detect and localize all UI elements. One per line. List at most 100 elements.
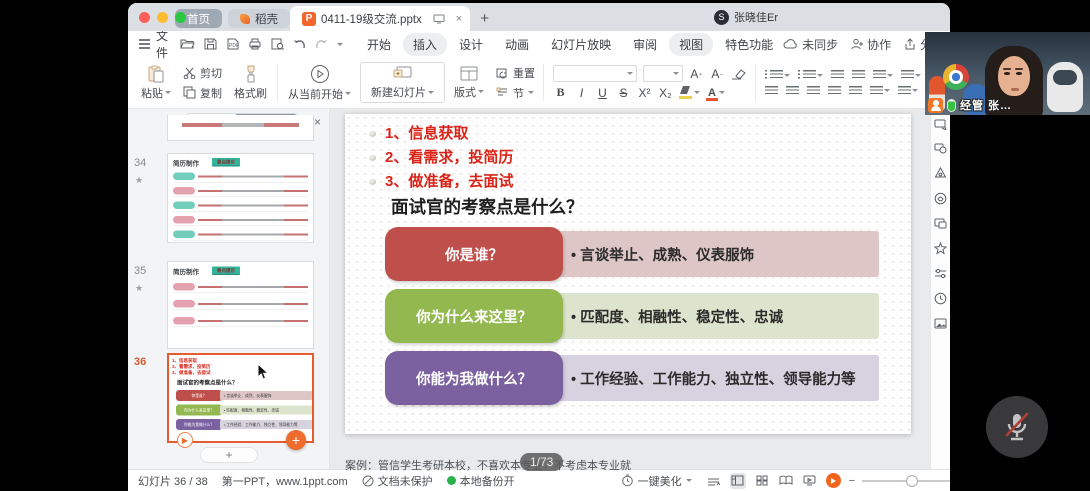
superscript-button[interactable]: X²	[637, 86, 652, 100]
paragraph-more-button[interactable]	[898, 86, 918, 96]
zoom-slider[interactable]	[862, 480, 950, 482]
numbered-list-button[interactable]	[798, 70, 823, 80]
qat-more-icon[interactable]	[337, 43, 343, 49]
font-family-select[interactable]	[553, 65, 637, 82]
presenter-brow	[1015, 68, 1023, 70]
panel-close-icon[interactable]: ×	[314, 115, 321, 129]
redo-icon[interactable]	[315, 39, 328, 50]
layout-button[interactable]: 版式	[447, 59, 491, 106]
text-align-menu-button[interactable]	[901, 70, 921, 80]
document-protection-status[interactable]: 文档未保护	[362, 473, 433, 489]
smart-effects-icon[interactable]	[934, 242, 947, 255]
animation-pane-icon[interactable]	[934, 119, 947, 130]
new-tab-button[interactable]: +	[480, 10, 489, 27]
zoom-slider-knob[interactable]	[906, 475, 918, 487]
image-pane-icon[interactable]	[934, 318, 947, 329]
close-tab-icon[interactable]: ×	[456, 13, 462, 25]
undo-icon[interactable]	[293, 39, 306, 50]
subscript-button[interactable]: X₂	[658, 86, 673, 100]
cut-button[interactable]: 剪切	[183, 65, 222, 81]
slide-thumbnail-partial[interactable]	[167, 115, 314, 141]
copy-button[interactable]: 复制	[183, 85, 222, 101]
open-icon[interactable]	[180, 38, 195, 50]
notes-toggle-button[interactable]	[706, 473, 722, 489]
slide-thumbnail-36-selected[interactable]: 1、信息获取2、看需求，投简历3、做准备，去面试 面试官的考察点是什么？ 你是谁…	[167, 353, 314, 443]
reading-view-button[interactable]	[778, 473, 794, 489]
section-button[interactable]: 节	[496, 85, 535, 101]
collaborate-button[interactable]: 协作	[851, 36, 891, 53]
account-area[interactable]: S 张晓佳Er	[714, 9, 778, 25]
thumb-add-slide-button[interactable]: +	[286, 430, 306, 450]
ribbon-tab[interactable]: 设计	[449, 33, 493, 56]
align-left-button[interactable]	[765, 86, 778, 96]
thumb-play-button[interactable]: ▶	[177, 432, 193, 448]
zoom-window-button[interactable]	[175, 12, 186, 23]
slide-thumbnail-34[interactable]: 简历制作 要点提示	[167, 153, 314, 243]
new-slide-label: 新建幻灯片	[371, 84, 426, 100]
format-painter-button[interactable]: 格式刷	[227, 59, 274, 106]
mute-microphone-button[interactable]	[986, 396, 1048, 458]
properties-icon[interactable]	[934, 268, 947, 279]
bold-button[interactable]: B	[553, 85, 568, 100]
highlight-button[interactable]	[679, 86, 700, 99]
new-slide-button[interactable]: 新建幻灯片	[360, 62, 445, 103]
justify-button[interactable]	[828, 86, 841, 96]
sync-status[interactable]: 未同步	[783, 36, 838, 53]
normal-view-button[interactable]	[730, 473, 746, 489]
ribbon-tab[interactable]: 动画	[495, 33, 539, 56]
slideshow-view-button[interactable]	[802, 473, 818, 489]
decrease-indent-button[interactable]	[831, 70, 844, 80]
decrease-font-button[interactable]: A⁻	[710, 67, 725, 81]
ribbon-tab[interactable]: 幻灯片放映	[541, 33, 621, 56]
align-center-button[interactable]	[786, 86, 799, 96]
tab-document[interactable]: P 0411-19级交流.pptx ×	[290, 6, 470, 31]
file-menu[interactable]: 文件	[138, 27, 168, 61]
print-icon[interactable]	[248, 38, 262, 50]
line-spacing-button[interactable]	[873, 70, 893, 80]
increase-indent-button[interactable]	[852, 70, 865, 80]
ribbon-tab[interactable]: 开始	[357, 33, 401, 56]
print-preview-icon[interactable]	[271, 38, 284, 50]
webcam-video[interactable]: 经管 张…	[925, 32, 1090, 115]
ribbon-tab[interactable]: 插入	[403, 33, 447, 56]
ribbon-tab[interactable]: 特色功能	[715, 33, 783, 56]
columns-button[interactable]	[870, 86, 890, 96]
tab-docer[interactable]: 稻壳	[228, 9, 290, 28]
reset-button[interactable]: 重置	[496, 65, 535, 81]
zoom-out-button[interactable]: −	[849, 475, 855, 487]
present-tab-icon[interactable]	[433, 14, 445, 24]
local-backup-status[interactable]: 本地备份开	[447, 473, 515, 489]
save-icon[interactable]	[204, 38, 217, 50]
ribbon-tab[interactable]: 审阅	[623, 33, 667, 56]
slide-sorter-button[interactable]	[754, 473, 770, 489]
minimize-window-button[interactable]	[157, 12, 168, 23]
slide-assistant-icon[interactable]	[934, 218, 947, 229]
export-pdf-icon[interactable]: PDF	[226, 38, 239, 50]
add-slide-button[interactable]: +	[200, 447, 258, 463]
bullet-list-button[interactable]	[765, 70, 790, 80]
clear-format-icon[interactable]	[731, 68, 746, 80]
distribute-button[interactable]	[849, 86, 862, 96]
slideshow-play-button[interactable]	[826, 473, 841, 488]
close-window-button[interactable]	[139, 12, 150, 23]
user-name: 张晓佳Er	[734, 9, 778, 25]
slide-thumbnail-35[interactable]: 简历制作 要点提示	[167, 261, 314, 349]
increase-font-button[interactable]: A⁺	[689, 67, 704, 81]
ribbon-tab[interactable]: 视图	[669, 33, 713, 56]
paste-button[interactable]: 粘贴	[134, 59, 178, 106]
slide-canvas[interactable]: 1、信息获取2、看需求，投简历3、做准备，去面试 面试官的考察点是什么？ • 言…	[345, 114, 911, 434]
align-right-button[interactable]	[807, 86, 820, 96]
selection-pane-icon[interactable]	[934, 143, 947, 154]
font-color-icon: A	[706, 87, 718, 99]
play-from-current-button[interactable]: 从当前开始	[281, 59, 358, 106]
qa-row: • 工作经验、工作能力、独立性、领导能力等 你能为我做什么？	[345, 351, 911, 405]
font-color-button[interactable]: A	[706, 87, 725, 99]
docer-resources-icon[interactable]	[934, 192, 947, 205]
underline-button[interactable]: U	[595, 86, 610, 100]
italic-button[interactable]: I	[574, 86, 589, 100]
beautify-button[interactable]: 一键美化	[621, 473, 692, 489]
history-icon[interactable]	[934, 292, 947, 305]
ai-assistant-icon[interactable]	[934, 167, 947, 179]
strikethrough-button[interactable]: S	[616, 86, 631, 100]
font-size-select[interactable]	[643, 65, 683, 82]
